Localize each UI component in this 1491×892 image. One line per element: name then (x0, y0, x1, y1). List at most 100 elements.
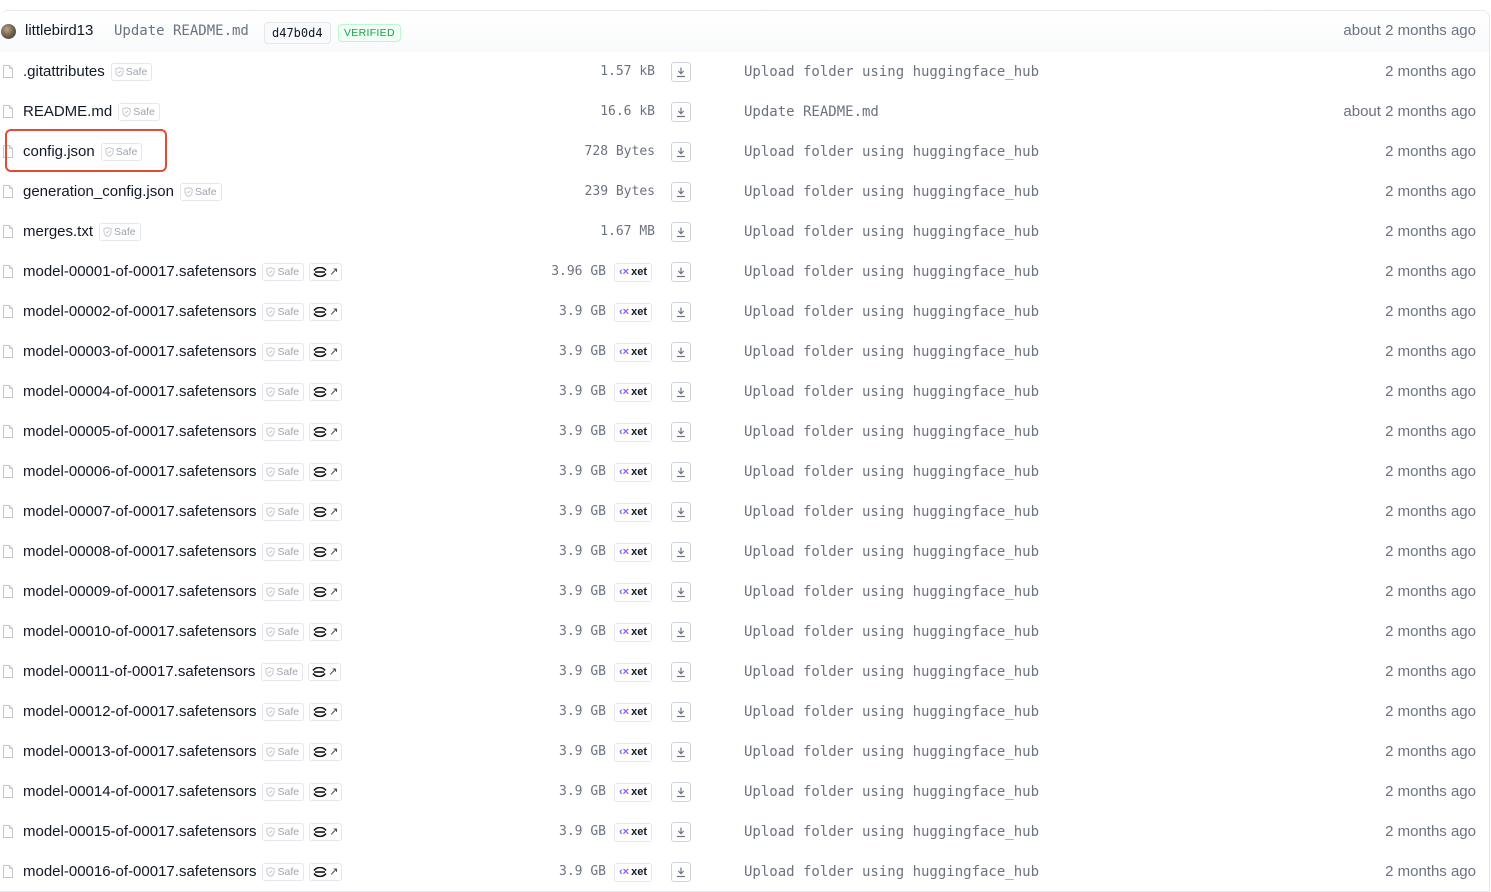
safe-badge[interactable]: Safe (261, 663, 303, 681)
download-button[interactable] (671, 702, 691, 722)
file-name[interactable]: model-00014-of-00017.safetensors (23, 783, 256, 800)
safe-badge[interactable]: Safe (262, 743, 305, 761)
download-button[interactable] (671, 262, 691, 282)
file-name-link[interactable]: merges.txt Safe (23, 223, 141, 241)
file-name[interactable]: generation_config.json (23, 183, 174, 200)
safe-badge[interactable]: Safe (262, 503, 305, 521)
xet-badge[interactable]: ‹× xet (614, 583, 652, 602)
file-name[interactable]: model-00002-of-00017.safetensors (23, 303, 256, 320)
file-name-link[interactable]: model-00002-of-00017.safetensors Safe ↗ (23, 303, 343, 321)
file-row[interactable]: model-00009-of-00017.safetensors Safe ↗ 3.9… (0, 572, 1489, 613)
file-row[interactable]: README.md Safe 16.6 kB Update README.md abou… (0, 92, 1489, 133)
file-name-link[interactable]: model-00014-of-00017.safetensors Safe ↗ (23, 783, 343, 801)
download-button[interactable] (671, 62, 691, 82)
safe-badge[interactable]: Safe (262, 463, 305, 481)
safe-badge[interactable]: Safe (262, 863, 305, 881)
tensor-viewer-button[interactable]: ↗ (309, 863, 343, 881)
safe-badge[interactable]: Safe (262, 423, 305, 441)
tensor-viewer-button[interactable]: ↗ (309, 423, 343, 441)
commit-message-link[interactable]: Upload folder using huggingface_hub (744, 744, 1039, 760)
file-name[interactable]: model-00007-of-00017.safetensors (23, 503, 256, 520)
file-name-link[interactable]: model-00011-of-00017.safetensors Safe ↗ (23, 663, 342, 681)
file-name-link[interactable]: model-00007-of-00017.safetensors Safe ↗ (23, 503, 343, 521)
safe-badge[interactable]: Safe (99, 223, 141, 241)
file-name[interactable]: .gitattributes (23, 63, 105, 80)
download-button[interactable] (671, 142, 691, 162)
file-name[interactable]: README.md (23, 103, 112, 120)
download-button[interactable] (671, 342, 691, 362)
file-name-link[interactable]: model-00016-of-00017.safetensors Safe ↗ (23, 863, 343, 881)
commit-message-link[interactable]: Upload folder using huggingface_hub (744, 184, 1039, 200)
xet-badge[interactable]: ‹× xet (614, 503, 652, 522)
commit-message-link[interactable]: Update README.md (744, 104, 879, 120)
download-button[interactable] (671, 662, 691, 682)
file-name[interactable]: model-00001-of-00017.safetensors (23, 263, 256, 280)
xet-badge[interactable]: ‹× xet (614, 423, 652, 442)
tensor-viewer-button[interactable]: ↗ (309, 703, 343, 721)
file-name[interactable]: model-00010-of-00017.safetensors (23, 623, 256, 640)
commit-message-link[interactable]: Upload folder using huggingface_hub (744, 824, 1039, 840)
file-row[interactable]: model-00016-of-00017.safetensors Safe ↗ 3.9… (0, 852, 1489, 891)
xet-badge[interactable]: ‹× xet (614, 383, 652, 402)
file-name[interactable]: model-00015-of-00017.safetensors (23, 823, 256, 840)
tensor-viewer-button[interactable]: ↗ (309, 463, 343, 481)
file-name[interactable]: model-00003-of-00017.safetensors (23, 343, 256, 360)
file-row[interactable]: generation_config.json Safe 239 Bytes Uploa… (0, 172, 1489, 213)
download-button[interactable] (671, 582, 691, 602)
file-row[interactable]: .gitattributes Safe 1.57 kB Upload folder u… (0, 52, 1489, 93)
file-name-link[interactable]: generation_config.json Safe (23, 183, 222, 201)
file-name-link[interactable]: .gitattributes Safe (23, 63, 153, 81)
commit-message-link[interactable]: Upload folder using huggingface_hub (744, 144, 1039, 160)
xet-badge[interactable]: ‹× xet (614, 543, 652, 562)
xet-badge[interactable]: ‹× xet (614, 263, 652, 282)
file-name[interactable]: model-00011-of-00017.safetensors (23, 663, 255, 680)
avatar[interactable] (1, 24, 16, 39)
file-name[interactable]: config.json (23, 143, 95, 160)
file-name[interactable]: merges.txt (23, 223, 93, 240)
file-row[interactable]: model-00003-of-00017.safetensors Safe ↗ 3.9… (0, 332, 1489, 373)
commit-message-link[interactable]: Upload folder using huggingface_hub (744, 344, 1039, 360)
file-name[interactable]: model-00013-of-00017.safetensors (23, 743, 256, 760)
tensor-viewer-button[interactable]: ↗ (309, 743, 343, 761)
file-row[interactable]: model-00015-of-00017.safetensors Safe ↗ 3.9… (0, 812, 1489, 853)
commit-message-link[interactable]: Upload folder using huggingface_hub (744, 784, 1039, 800)
tensor-viewer-button[interactable]: ↗ (309, 503, 343, 521)
file-name-link[interactable]: model-00003-of-00017.safetensors Safe ↗ (23, 343, 343, 361)
file-name-link[interactable]: model-00006-of-00017.safetensors Safe ↗ (23, 463, 343, 481)
file-name-link[interactable]: model-00008-of-00017.safetensors Safe ↗ (23, 543, 343, 561)
commit-message-link[interactable]: Upload folder using huggingface_hub (744, 624, 1039, 640)
file-name[interactable]: model-00009-of-00017.safetensors (23, 583, 256, 600)
tensor-viewer-button[interactable]: ↗ (309, 343, 343, 361)
commit-message-link[interactable]: Upload folder using huggingface_hub (744, 264, 1039, 280)
safe-badge[interactable]: Safe (262, 383, 305, 401)
file-row[interactable]: model-00013-of-00017.safetensors Safe ↗ 3.9… (0, 732, 1489, 773)
xet-badge[interactable]: ‹× xet (614, 823, 652, 842)
safe-badge[interactable]: Safe (179, 183, 222, 201)
xet-badge[interactable]: ‹× xet (614, 663, 652, 682)
download-button[interactable] (671, 462, 691, 482)
tensor-viewer-button[interactable]: ↗ (309, 583, 343, 601)
file-row[interactable]: model-00006-of-00017.safetensors Safe ↗ 3.9… (0, 452, 1489, 493)
file-row[interactable]: model-00001-of-00017.safetensors Safe ↗ 3.9… (0, 252, 1489, 293)
commit-message-link[interactable]: Upload folder using huggingface_hub (744, 704, 1039, 720)
tensor-viewer-button[interactable]: ↗ (307, 663, 342, 681)
safe-badge[interactable]: Safe (262, 343, 305, 361)
xet-badge[interactable]: ‹× xet (614, 783, 652, 802)
xet-badge[interactable]: ‹× xet (614, 303, 652, 322)
commit-message[interactable]: Update README.md (114, 23, 249, 39)
download-button[interactable] (671, 222, 691, 242)
commit-message-link[interactable]: Upload folder using huggingface_hub (744, 304, 1039, 320)
tensor-viewer-button[interactable]: ↗ (309, 383, 343, 401)
file-name-link[interactable]: model-00010-of-00017.safetensors Safe ↗ (23, 623, 343, 641)
file-row[interactable]: model-00011-of-00017.safetensors Safe ↗ 3.9… (0, 652, 1489, 693)
file-name[interactable]: model-00016-of-00017.safetensors (23, 863, 256, 880)
file-name-link[interactable]: model-00013-of-00017.safetensors Safe ↗ (23, 743, 343, 761)
download-button[interactable] (671, 622, 691, 642)
download-button[interactable] (671, 782, 691, 802)
commit-author[interactable]: littlebird13 (25, 22, 93, 39)
file-name-link[interactable]: model-00004-of-00017.safetensors Safe ↗ (23, 383, 343, 401)
commit-message-link[interactable]: Upload folder using huggingface_hub (744, 544, 1039, 560)
file-name-link[interactable]: README.md Safe (23, 103, 160, 121)
tensor-viewer-button[interactable]: ↗ (309, 263, 343, 281)
file-row[interactable]: model-00007-of-00017.safetensors Safe ↗ 3.9… (0, 492, 1489, 533)
